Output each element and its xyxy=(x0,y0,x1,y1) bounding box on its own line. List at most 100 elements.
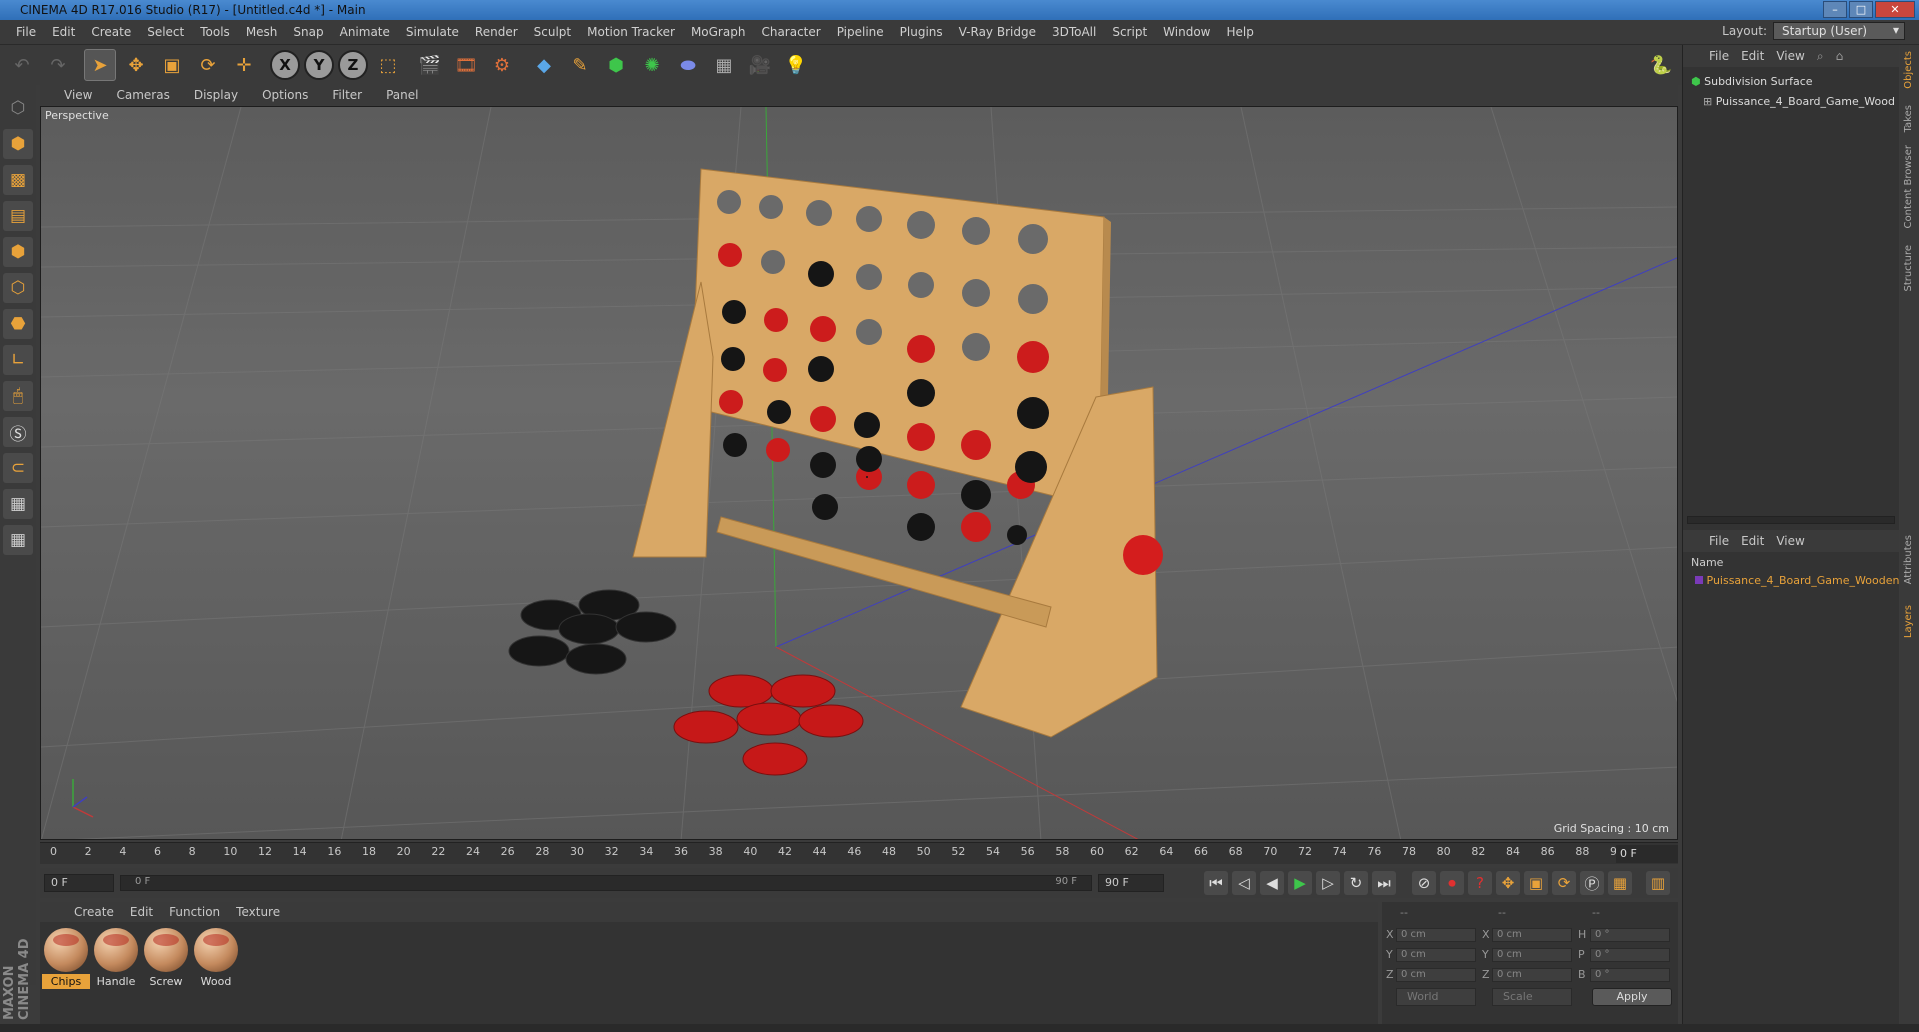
menu-plugins[interactable]: Plugins xyxy=(892,25,951,39)
material-screw[interactable]: Screw xyxy=(142,926,190,989)
current-frame-field[interactable]: 0 F xyxy=(1616,845,1678,863)
render-picture-viewer-icon[interactable]: 🎞 xyxy=(450,49,482,81)
layout-dropdown[interactable]: Startup (User) xyxy=(1773,22,1905,40)
layer-item[interactable]: Puissance_4_Board_Game_Wooden xyxy=(1695,574,1899,587)
viewport-menu-view[interactable]: View xyxy=(52,88,104,102)
tab-structure[interactable]: Structure xyxy=(1903,245,1914,292)
deformer-icon[interactable]: ⬬ xyxy=(672,49,704,81)
magnet-icon[interactable]: ⊂ xyxy=(3,453,33,483)
viewport-menu-cameras[interactable]: Cameras xyxy=(104,88,181,102)
play-icon[interactable]: ▶ xyxy=(1288,871,1312,895)
timeline-ruler[interactable]: 0 2 4 6 8 10 12 14 16 18 20 22 24 26 28 30 32 34 36 38 40 42 4… xyxy=(40,842,1678,864)
pen-spline-icon[interactable]: ✎ xyxy=(564,49,596,81)
menu-select[interactable]: Select xyxy=(139,25,192,39)
menu-help[interactable]: Help xyxy=(1218,25,1261,39)
rotation-p-field[interactable]: 0 ° xyxy=(1590,948,1670,962)
rotation-b-field[interactable]: 0 ° xyxy=(1590,968,1670,982)
menu-motion-tracker[interactable]: Motion Tracker xyxy=(579,25,683,39)
make-editable-icon[interactable]: ⬡ xyxy=(3,93,33,123)
rotate-icon[interactable]: ⟳ xyxy=(192,49,224,81)
menu-tools[interactable]: Tools xyxy=(192,25,238,39)
viewport-menu-filter[interactable]: Filter xyxy=(320,88,374,102)
viewport-menu-panel[interactable]: Panel xyxy=(374,88,430,102)
tab-content-browser[interactable]: Content Browser xyxy=(1903,145,1914,228)
tab-takes[interactable]: Takes xyxy=(1903,105,1914,132)
render-view-icon[interactable]: 🎬 xyxy=(414,49,446,81)
material-chips[interactable]: Chips xyxy=(42,926,90,989)
scale-icon[interactable]: ▣ xyxy=(156,49,188,81)
render-settings-icon[interactable]: ⚙ xyxy=(486,49,518,81)
coordinate-system-icon[interactable]: ⬚ xyxy=(372,49,404,81)
select-arrow-icon[interactable]: ➤ xyxy=(84,49,116,81)
camera-icon[interactable]: 🎥 xyxy=(744,49,776,81)
undo-icon[interactable]: ↶ xyxy=(6,49,38,81)
menu-pipeline[interactable]: Pipeline xyxy=(829,25,892,39)
size-z-field[interactable]: 0 cm xyxy=(1492,968,1572,982)
object-menu-file[interactable]: File xyxy=(1703,49,1735,63)
material-menu-texture[interactable]: Texture xyxy=(228,905,288,919)
axis-mode-icon[interactable]: ∟ xyxy=(3,345,33,375)
material-menu-edit[interactable]: Edit xyxy=(122,905,161,919)
frame-range-slider[interactable]: 0 F 90 F xyxy=(120,875,1092,891)
menu-file[interactable]: File xyxy=(8,25,44,39)
viewport-menu-display[interactable]: Display xyxy=(182,88,250,102)
end-frame-field[interactable]: 90 F xyxy=(1098,874,1164,892)
menu-edit[interactable]: Edit xyxy=(44,25,83,39)
workplane-icon[interactable]: ▤ xyxy=(3,201,33,231)
start-frame-field[interactable]: 0 F xyxy=(44,874,114,892)
menu-character[interactable]: Character xyxy=(753,25,828,39)
layer-menu-file[interactable]: File xyxy=(1703,534,1735,548)
menu-snap[interactable]: Snap xyxy=(285,25,331,39)
prev-frame-icon[interactable]: ◀ xyxy=(1260,871,1284,895)
y-axis-lock-button[interactable]: Y xyxy=(304,50,334,80)
tab-objects[interactable]: Objects xyxy=(1903,51,1914,89)
texture-mode-icon[interactable]: ▩ xyxy=(3,165,33,195)
prev-key-icon[interactable]: ◁ xyxy=(1232,871,1256,895)
tab-attributes[interactable]: Attributes xyxy=(1903,535,1914,584)
next-frame-icon[interactable]: ▷ xyxy=(1316,871,1340,895)
minimize-button[interactable]: – xyxy=(1823,1,1847,18)
snapping-icon[interactable]: Ⓢ xyxy=(3,417,33,447)
motion-record-icon[interactable]: ⊘ xyxy=(1412,871,1436,895)
menu-window[interactable]: Window xyxy=(1155,25,1218,39)
layer-menu-edit[interactable]: Edit xyxy=(1735,534,1770,548)
x-axis-lock-button[interactable]: X xyxy=(270,50,300,80)
material-wood[interactable]: Wood xyxy=(192,926,240,989)
object-scrollbar[interactable] xyxy=(1687,516,1895,524)
position-x-field[interactable]: 0 cm xyxy=(1396,928,1476,942)
layer-menu-view[interactable]: View xyxy=(1770,534,1810,548)
size-y-field[interactable]: 0 cm xyxy=(1492,948,1572,962)
workplane-lock-icon[interactable]: ▦ xyxy=(3,489,33,519)
tree-item-subdivision-surface[interactable]: ⬢ Subdivision Surface xyxy=(1691,75,1813,88)
auto-key-icon[interactable]: ? xyxy=(1468,871,1492,895)
home-icon[interactable]: ⌂ xyxy=(1830,49,1850,63)
menu-render[interactable]: Render xyxy=(467,25,526,39)
menu-create[interactable]: Create xyxy=(83,25,139,39)
transform-icon[interactable]: ✛ xyxy=(228,49,260,81)
menu-mesh[interactable]: Mesh xyxy=(238,25,286,39)
material-menu-function[interactable]: Function xyxy=(161,905,228,919)
close-button[interactable]: ✕ xyxy=(1875,1,1915,18)
subdivision-icon[interactable]: ⬢ xyxy=(600,49,632,81)
key-pla-icon[interactable]: ▦ xyxy=(1608,871,1632,895)
tab-layers[interactable]: Layers xyxy=(1903,605,1914,638)
python-icon[interactable]: 🐍 xyxy=(1645,49,1677,81)
light-icon[interactable]: 💡 xyxy=(780,49,812,81)
perspective-viewport[interactable]: Perspective Grid Spacing : 10 cm xyxy=(40,106,1678,840)
position-y-field[interactable]: 0 cm xyxy=(1396,948,1476,962)
tweak-mode-icon[interactable]: 🖱 xyxy=(3,381,33,411)
menu-simulate[interactable]: Simulate xyxy=(398,25,467,39)
points-mode-icon[interactable]: ⬢ xyxy=(3,237,33,267)
floor-icon[interactable]: ▦ xyxy=(708,49,740,81)
key-rotation-icon[interactable]: ⟳ xyxy=(1552,871,1576,895)
menu-3dtoall[interactable]: 3DToAll xyxy=(1044,25,1104,39)
redo-icon[interactable]: ↷ xyxy=(42,49,74,81)
key-parameter-icon[interactable]: Ⓟ xyxy=(1580,871,1604,895)
model-mode-icon[interactable]: ⬢ xyxy=(3,129,33,159)
go-to-start-icon[interactable]: ⏮ xyxy=(1204,871,1228,895)
menu-animate[interactable]: Animate xyxy=(332,25,398,39)
material-handle[interactable]: Handle xyxy=(92,926,140,989)
move-icon[interactable]: ✥ xyxy=(120,49,152,81)
grid-snap-icon[interactable]: ▦ xyxy=(3,525,33,555)
polygons-mode-icon[interactable]: ⬣ xyxy=(3,309,33,339)
